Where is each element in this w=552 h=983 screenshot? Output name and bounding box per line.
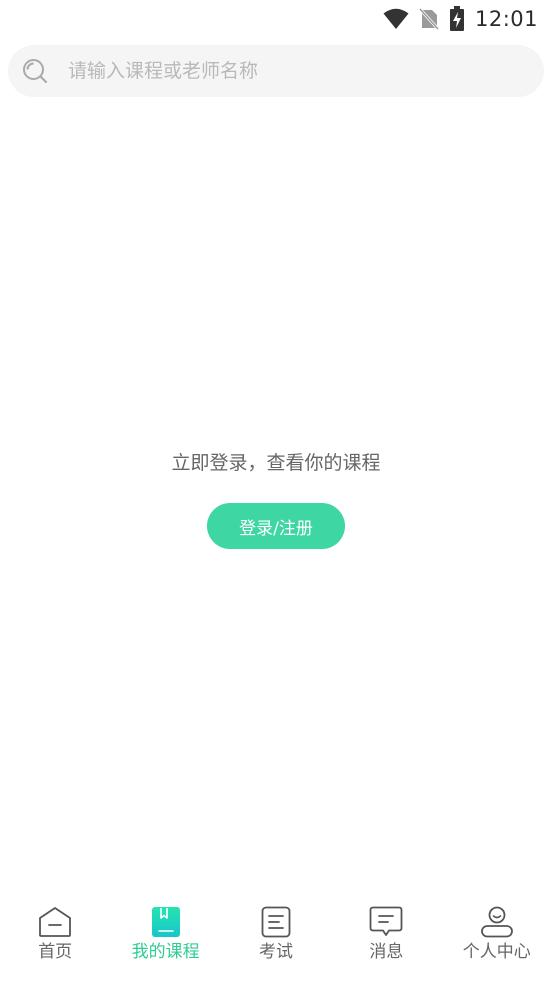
profile-icon [480,905,514,939]
nav-label-messages: 消息 [369,942,404,962]
login-register-button[interactable]: 登录/注册 [207,503,345,549]
search-input[interactable] [68,60,508,82]
nav-item-exam[interactable]: 考试 [221,905,331,962]
nav-label-exam: 考试 [258,942,293,962]
wifi-icon [383,8,409,30]
login-prompt-text: 立即登录，查看你的课程 [171,452,381,474]
bottom-nav: 首页 我的课程 考试 消息 个人中心 [0,905,552,983]
no-sim-icon [418,7,439,31]
exam-doc-icon [259,905,293,939]
status-time: 12:01 [474,7,538,31]
screen: 12:01 立即登录，查看你的课程 登录/注册 首页 [0,0,552,983]
empty-state: 立即登录，查看你的课程 登录/注册 [0,448,552,549]
nav-label-my-courses: 我的课程 [131,942,200,962]
search-bar[interactable] [8,45,544,97]
message-icon [369,905,403,939]
home-icon [38,905,72,939]
nav-item-messages[interactable]: 消息 [331,905,441,962]
nav-label-profile: 个人中心 [462,942,531,962]
search-icon [22,58,48,84]
nav-label-home: 首页 [38,942,73,962]
status-bar: 12:01 [0,0,552,38]
book-icon [149,905,183,939]
nav-item-home[interactable]: 首页 [0,905,110,962]
nav-item-profile[interactable]: 个人中心 [442,905,552,962]
battery-charging-icon [449,6,465,32]
nav-item-my-courses[interactable]: 我的课程 [111,905,221,962]
